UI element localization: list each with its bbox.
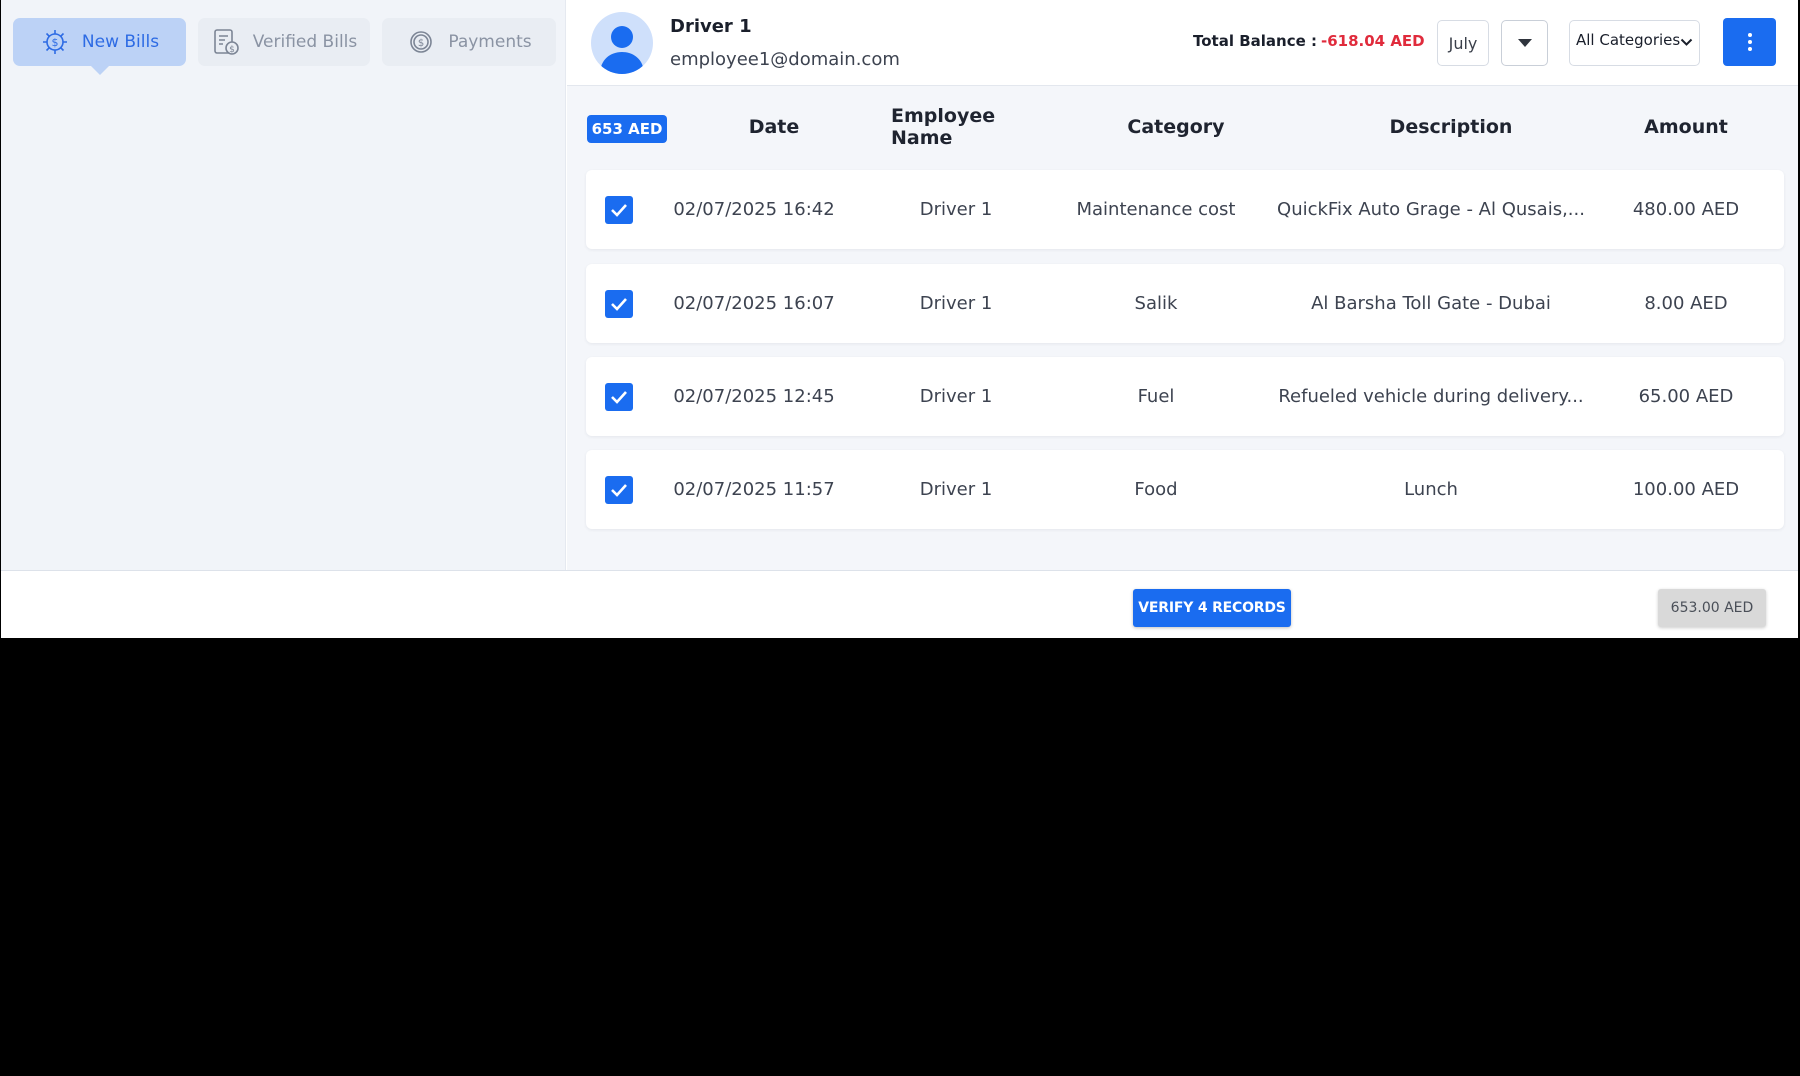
- kebab-menu-icon: [1747, 33, 1752, 37]
- employee-email: employee1@domain.com: [670, 49, 900, 70]
- bills-footer: VERIFY 4 RECORDS 653.00 AED: [1, 570, 1798, 638]
- svg-text:$: $: [418, 38, 424, 49]
- column-header-date: Date: [748, 116, 800, 138]
- tab-payments-label: Payments: [448, 32, 532, 52]
- table-row[interactable]: 02/07/2025 11:57 Driver 1 Food Lunch 100…: [586, 450, 1784, 529]
- kebab-dot: [1747, 47, 1752, 51]
- table-row[interactable]: 02/07/2025 12:45 Driver 1 Fuel Refueled …: [586, 357, 1784, 436]
- month-dropdown-button[interactable]: [1501, 20, 1548, 66]
- row-employee: Driver 1: [919, 199, 993, 220]
- selected-total-badge: 653 AED: [587, 115, 667, 143]
- total-balance: Total Balance : -618.04 AED: [1193, 32, 1425, 50]
- gear-dollar-icon: $: [40, 27, 70, 57]
- column-header-employee: Employee Name: [891, 105, 996, 149]
- row-checkbox[interactable]: [605, 476, 633, 504]
- row-category: Fuel: [1137, 386, 1175, 407]
- row-amount: 480.00 AED: [1632, 199, 1740, 220]
- row-description: QuickFix Auto Grage - Al Qusais,...: [1277, 199, 1585, 220]
- employee-header: Driver 1 employee1@domain.com Total Bala…: [567, 0, 1798, 86]
- row-category: Salik: [1134, 293, 1178, 314]
- user-icon: [600, 26, 644, 74]
- column-header-amount: Amount: [1644, 116, 1728, 138]
- table-row[interactable]: 02/07/2025 16:42 Driver 1 Maintenance co…: [586, 170, 1784, 249]
- tab-payments[interactable]: $ Payments: [382, 18, 556, 66]
- tab-new-bills[interactable]: $ New Bills: [13, 18, 186, 75]
- row-amount: 100.00 AED: [1632, 479, 1740, 500]
- tab-verified-bills[interactable]: $ Verified Bills: [198, 18, 370, 66]
- row-date: 02/07/2025 11:57: [673, 479, 835, 500]
- table-row[interactable]: 02/07/2025 16:07 Driver 1 Salik Al Barsh…: [586, 264, 1784, 343]
- checkmark-icon: [611, 204, 627, 217]
- chevron-down-icon: [1680, 38, 1693, 46]
- total-balance-label: Total Balance :: [1193, 32, 1317, 50]
- row-date: 02/07/2025 16:07: [673, 293, 835, 314]
- svg-text:$: $: [229, 45, 235, 55]
- tab-verified-bills-label: Verified Bills: [252, 32, 358, 52]
- kebab-dot: [1747, 40, 1752, 44]
- row-description: Lunch: [1404, 479, 1458, 500]
- checkmark-icon: [611, 298, 627, 311]
- verified-bill-icon: $: [211, 27, 241, 57]
- row-employee: Driver 1: [919, 293, 993, 314]
- checkmark-icon: [611, 484, 627, 497]
- month-display[interactable]: July: [1437, 20, 1489, 66]
- row-checkbox[interactable]: [605, 196, 633, 224]
- category-select-value: All Categories: [1576, 31, 1681, 49]
- app-window: $ New Bills $ Verified Bills $ Payments …: [1, 0, 1798, 638]
- avatar: [591, 12, 653, 74]
- tab-new-bills-label: New Bills: [81, 32, 160, 52]
- dollar-coin-icon: $: [406, 27, 436, 57]
- left-pane: $ New Bills $ Verified Bills $ Payments: [1, 0, 566, 570]
- total-balance-value: -618.04 AED: [1320, 32, 1425, 50]
- row-category: Food: [1134, 479, 1178, 500]
- row-description: Refueled vehicle during delivery...: [1278, 386, 1584, 407]
- row-amount: 65.00 AED: [1638, 386, 1734, 407]
- checkmark-icon: [611, 391, 627, 404]
- bill-tabs: $ New Bills $ Verified Bills $ Payments: [13, 18, 556, 75]
- verify-records-button[interactable]: VERIFY 4 RECORDS: [1133, 589, 1291, 627]
- row-checkbox[interactable]: [605, 290, 633, 318]
- category-select[interactable]: All Categories: [1569, 20, 1700, 66]
- column-header-description: Description: [1389, 116, 1513, 138]
- more-options-button[interactable]: [1723, 18, 1776, 66]
- row-employee: Driver 1: [919, 386, 993, 407]
- row-employee: Driver 1: [919, 479, 993, 500]
- row-date: 02/07/2025 16:42: [673, 199, 835, 220]
- column-header-category: Category: [1127, 116, 1225, 138]
- caret-down-icon: [1517, 39, 1532, 47]
- svg-text:$: $: [51, 36, 58, 49]
- row-description: Al Barsha Toll Gate - Dubai: [1311, 293, 1551, 314]
- row-checkbox[interactable]: [605, 383, 633, 411]
- row-category: Maintenance cost: [1076, 199, 1236, 220]
- row-date: 02/07/2025 12:45: [673, 386, 835, 407]
- bills-panel: Driver 1 employee1@domain.com Total Bala…: [567, 0, 1798, 570]
- footer-total: 653.00 AED: [1658, 589, 1766, 627]
- employee-name: Driver 1: [670, 16, 752, 37]
- row-amount: 8.00 AED: [1644, 293, 1728, 314]
